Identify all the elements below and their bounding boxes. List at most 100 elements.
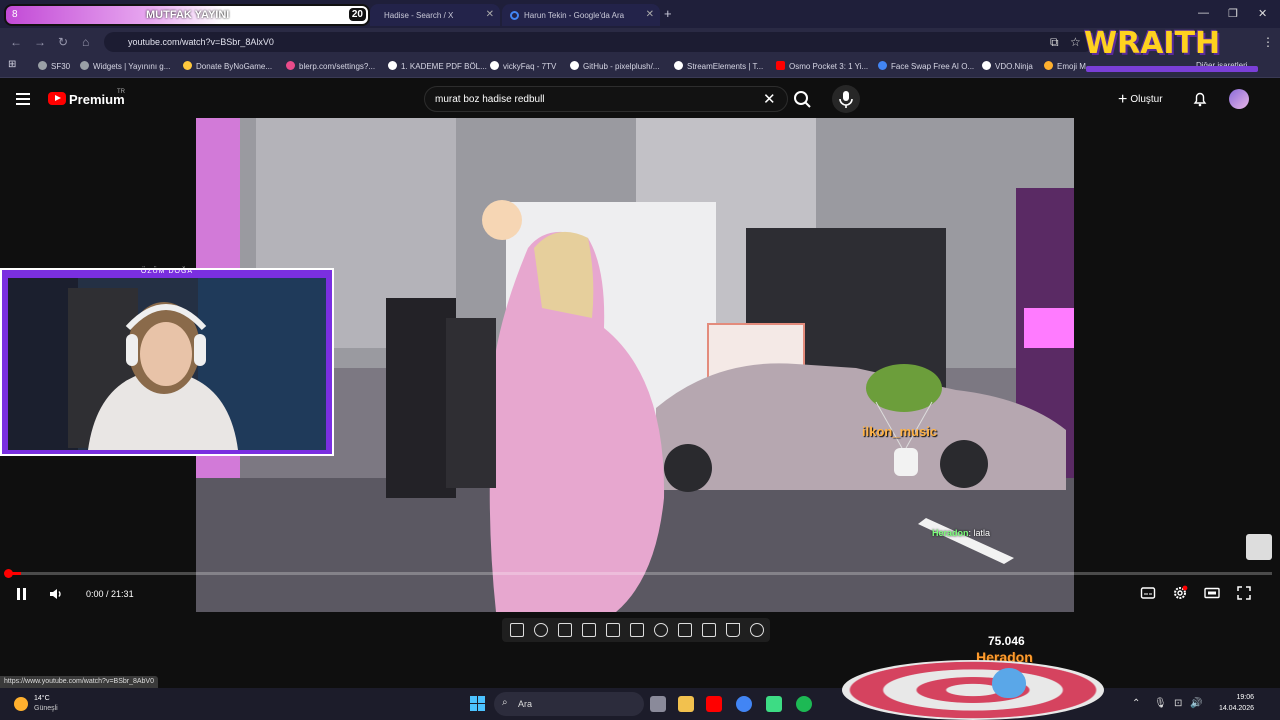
bookmark-item[interactable]: blerp.com/settings?...: [286, 61, 375, 71]
url-input[interactable]: youtube.com/watch?v=BSbr_8AlxV0: [104, 32, 1094, 52]
star-icon[interactable]: ☆: [1070, 35, 1081, 49]
bookmark-item[interactable]: Osmo Pocket 3: 1 Yi...: [776, 61, 868, 71]
create-label: Oluştur: [1130, 94, 1163, 105]
network-icon[interactable]: ⊡: [1174, 698, 1182, 709]
tab-stream-overlay[interactable]: 8 MUTFAK YAYINI 20: [4, 4, 370, 26]
task-view-icon[interactable]: [650, 696, 666, 712]
restore-icon[interactable]: ❐: [1228, 7, 1238, 20]
tab-label: Hadise - Search / X: [384, 10, 454, 20]
player-icon[interactable]: [558, 623, 572, 637]
bookmark-icon: [388, 61, 397, 70]
pause-icon: [23, 588, 26, 600]
bookmark-item[interactable]: 1. KADEME PDF BÖL...: [388, 61, 487, 71]
add-icon[interactable]: [678, 623, 692, 637]
clear-search-icon[interactable]: ✕: [763, 90, 776, 108]
more-menu-icon[interactable]: ⋮: [1262, 35, 1274, 49]
voice-search-button[interactable]: [832, 85, 860, 113]
theater-mode-button[interactable]: [1204, 585, 1220, 606]
bookmark-item[interactable]: Widgets | Yayınını g...: [80, 61, 170, 71]
back-icon[interactable]: ←: [10, 35, 22, 49]
resize-icon[interactable]: [606, 623, 620, 637]
avatar[interactable]: [1229, 89, 1249, 109]
tab-x-search[interactable]: Hadise - Search / X ✕: [370, 4, 500, 26]
clock-time[interactable]: 19:06: [1224, 694, 1254, 701]
clock-date[interactable]: 14.04.2026: [1206, 705, 1254, 712]
chevron-up-icon[interactable]: ⌃: [1132, 698, 1140, 709]
spotify-icon[interactable]: [796, 696, 812, 712]
cinema-icon[interactable]: [630, 623, 644, 637]
chat-user: Heradon: [932, 528, 969, 538]
bookmark-icon: [490, 61, 499, 70]
reload-icon[interactable]: ↻: [58, 35, 68, 49]
loop-icon[interactable]: [510, 623, 524, 637]
speed-icon[interactable]: [654, 623, 668, 637]
search-button[interactable]: [788, 86, 818, 112]
bookmark-icon: [183, 61, 192, 70]
install-icon[interactable]: ⧉: [1050, 35, 1059, 50]
youtube-icon[interactable]: [706, 696, 722, 712]
youtube-logo-icon[interactable]: [48, 92, 66, 105]
bookmark-item[interactable]: StreamElements | T...: [674, 61, 763, 71]
bookmark-icon: [982, 61, 991, 70]
pause-button[interactable]: [16, 588, 28, 600]
settings-button[interactable]: [1172, 585, 1188, 606]
taskbar-search[interactable]: ⌕ Ara: [494, 692, 644, 716]
speaker-icon[interactable]: 🔊: [1190, 698, 1202, 709]
subtitles-button[interactable]: [1140, 585, 1156, 606]
close-tab-icon[interactable]: ✕: [486, 9, 494, 20]
bookmark-item[interactable]: SF30: [38, 61, 70, 71]
bits-count: 75.046: [988, 634, 1025, 648]
bookmark-item[interactable]: GitHub - pixelplush/...: [570, 61, 659, 71]
apps-grid-icon[interactable]: ⊞: [8, 59, 16, 70]
progress-bar[interactable]: [8, 572, 1272, 575]
home-icon[interactable]: ⌂: [82, 35, 89, 49]
gear-icon: [1174, 585, 1188, 599]
progress-scrubber[interactable]: [4, 569, 13, 578]
bookmark-item[interactable]: VDO.Ninja: [982, 61, 1033, 71]
chat-text: : latla: [968, 528, 991, 538]
chrome-icon[interactable]: [736, 696, 752, 712]
notifications-button[interactable]: [1192, 91, 1208, 112]
start-button[interactable]: [470, 696, 486, 712]
bookmark-icon: [878, 61, 887, 70]
tab-google-search[interactable]: Harun Tekin - Google'da Ara ✕: [502, 4, 660, 26]
search-input[interactable]: murat boz hadise redbull: [424, 86, 788, 112]
volume-button[interactable]: [48, 586, 64, 607]
webcam-feed: [8, 278, 326, 450]
channel-watermark[interactable]: [1246, 534, 1272, 560]
subtitles-icon: [1140, 587, 1156, 599]
github-icon: [570, 61, 579, 70]
tab-badge-left: 8: [12, 9, 18, 20]
bookmark-item[interactable]: Emoji M: [1044, 61, 1086, 71]
forward-icon[interactable]: →: [34, 35, 46, 49]
search-icon: [794, 91, 811, 108]
audio-icon[interactable]: [534, 623, 548, 637]
gear-icon[interactable]: [750, 623, 764, 637]
bookmark-item[interactable]: Face Swap Free AI O...: [878, 61, 974, 71]
create-button[interactable]: + Oluştur: [1118, 91, 1163, 109]
close-tab-icon[interactable]: ✕: [646, 9, 654, 20]
bookmark-item[interactable]: Donate ByNoGame...: [183, 61, 272, 71]
bookmark-icon: [1044, 61, 1053, 70]
tab-label: Harun Tekin - Google'da Ara: [524, 10, 625, 20]
flask-icon[interactable]: [726, 623, 740, 637]
file-explorer-icon[interactable]: [678, 696, 694, 712]
screenshot-icon[interactable]: [702, 623, 716, 637]
fullscreen-icon: [1237, 586, 1251, 600]
close-window-icon[interactable]: ✕: [1258, 7, 1267, 20]
windows-icon: [470, 704, 477, 711]
windows-icon: [478, 704, 485, 711]
windows-icon: [470, 696, 477, 703]
search-icon: ⌕: [502, 697, 508, 708]
status-url: https://www.youtube.com/watch?v=BSbr_8Ab…: [0, 676, 158, 688]
new-tab-icon[interactable]: +: [664, 6, 672, 21]
webcam-overlay: [0, 268, 334, 456]
fullscreen-button[interactable]: [1236, 585, 1252, 606]
menu-icon[interactable]: [16, 93, 30, 105]
microphone-icon[interactable]: 🎙: [1154, 698, 1167, 709]
app-icon[interactable]: [766, 696, 782, 712]
bookmark-icon: [38, 61, 47, 70]
bookmark-item[interactable]: vickyFaq - 7TV: [490, 61, 556, 71]
minimize-icon[interactable]: —: [1198, 7, 1209, 19]
clip-icon[interactable]: [582, 623, 596, 637]
